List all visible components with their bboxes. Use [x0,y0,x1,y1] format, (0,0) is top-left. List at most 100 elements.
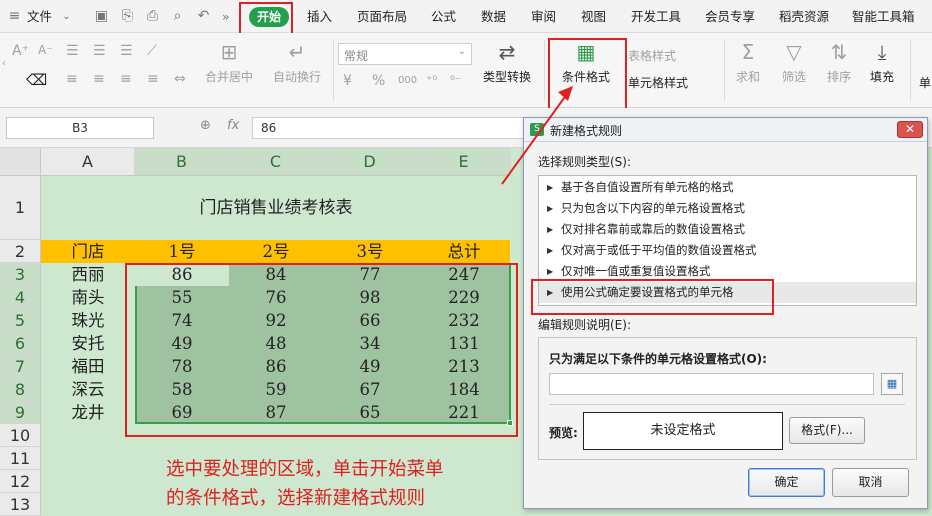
ribbon-scroll-left-icon[interactable]: ‹ [2,58,6,69]
tab-page-layout[interactable]: 页面布局 [357,0,407,33]
zoom-icon[interactable]: ⊕ [200,118,211,133]
justify-icon[interactable]: ≡ [147,71,159,87]
column-header[interactable]: A [41,148,135,176]
save-icon[interactable]: ▣ [93,8,110,25]
condition-label: 只为满足以下条件的单元格设置格式(O): [549,352,767,366]
cell-menu-button[interactable]: 单 [919,74,931,91]
list-item[interactable]: ▶ 只为包含以下内容的单元格设置格式 [539,198,916,219]
merge-center-button[interactable]: ⊞ 合并居中 [200,39,258,85]
chevron-down-icon[interactable]: ⌄ [58,8,75,25]
tab-docer[interactable]: 稻壳资源 [779,0,829,33]
thousands-button[interactable]: 000 [398,75,417,86]
sum-button[interactable]: Σ 求和 [730,39,766,85]
align-left-icon[interactable]: ≡ [66,71,78,87]
tab-formulas[interactable]: 公式 [431,0,456,33]
row-header[interactable]: 12 [0,470,41,493]
sort-button[interactable]: ⇅ 排序 [821,39,857,85]
cell-style-button[interactable]: 单元格样式 [628,74,688,91]
eraser-icon[interactable]: ⌫ [26,71,47,89]
row-header[interactable]: 6 [0,332,41,355]
row-header[interactable]: 11 [0,447,41,470]
tab-data[interactable]: 数据 [481,0,506,33]
tab-view[interactable]: 视图 [581,0,606,33]
row-header[interactable]: 10 [0,424,41,447]
percent-button[interactable]: % [372,73,385,89]
format-button[interactable]: 格式(F)... [789,417,865,444]
tab-insert[interactable]: 插入 [307,0,332,33]
rule-label: 仅对唯一值或重复值设置格式 [561,264,711,278]
align-top-icon[interactable]: ☰ [66,43,79,59]
format-preview: 未设定格式 [583,412,783,450]
row-header[interactable]: 5 [0,309,41,332]
increase-decimal-icon[interactable]: ⁺⁰ [426,73,437,87]
list-item[interactable]: ▶ 仅对高于或低于平均值的数值设置格式 [539,240,916,261]
table-cell[interactable]: 珠光 [41,309,135,332]
sort-label: 排序 [826,70,851,84]
type-convert-button[interactable]: ⇄ 类型转换 [476,39,538,85]
rule-label: 仅对高于或低于平均值的数值设置格式 [561,243,757,257]
print-icon[interactable]: ⎙ [144,8,161,25]
distribute-icon[interactable]: ⇔ [174,71,186,87]
align-bottom-icon[interactable]: ☰ [120,43,133,59]
row-header[interactable]: 7 [0,355,41,378]
row-header[interactable]: 13 [0,493,41,516]
align-middle-icon[interactable]: ☰ [93,43,106,59]
header-cell[interactable]: 门店 [41,240,135,263]
tab-smart-tools[interactable]: 智能工具箱 [852,0,915,33]
currency-button[interactable]: ¥ [343,73,352,89]
row-header[interactable]: 8 [0,378,41,401]
column-header[interactable]: D [323,148,417,176]
row-header[interactable]: 4 [0,286,41,309]
header-cell[interactable]: 总计 [417,240,511,263]
fx-icon[interactable]: fx [227,118,239,133]
undo-icon[interactable]: ↶ [195,8,212,25]
font-increase-button[interactable]: A⁺ [12,43,29,59]
range-picker-icon[interactable]: ▦ [881,373,903,395]
dialog-titlebar[interactable]: S 新建格式规则 ✕ [524,118,927,142]
close-button[interactable]: ✕ [897,121,923,138]
ok-button[interactable]: 确定 [748,468,825,497]
cancel-button[interactable]: 取消 [832,468,909,497]
list-item[interactable]: ▶ 仅对排名靠前或靠后的数值设置格式 [539,219,916,240]
name-box[interactable]: B3 [6,117,154,139]
table-cell[interactable]: 福田 [41,355,135,378]
header-cell[interactable]: 1号 [135,240,229,263]
header-cell[interactable]: 3号 [323,240,417,263]
align-center-icon[interactable]: ≡ [93,71,105,87]
column-header[interactable]: C [229,148,323,176]
header-cell[interactable]: 2号 [229,240,323,263]
table-cell[interactable]: 南头 [41,286,135,309]
export-icon[interactable]: ⎘ [119,8,136,25]
formula-condition-input[interactable] [549,373,874,395]
table-style-button[interactable]: 表格样式 [628,47,676,64]
decrease-decimal-icon[interactable]: ⁰⁻ [450,73,461,87]
fill-button[interactable]: ⤓ 填充 [864,39,900,85]
sheet-title[interactable]: 门店销售业绩考核表 [41,176,511,240]
tab-developer[interactable]: 开发工具 [631,0,681,33]
table-cell[interactable]: 安托 [41,332,135,355]
row-header[interactable]: 9 [0,401,41,424]
font-decrease-button[interactable]: A⁻ [38,43,53,57]
row-header[interactable]: 2 [0,240,41,263]
orientation-icon[interactable]: ⟋ [147,43,157,59]
formula-input[interactable]: 86 [252,117,527,139]
print-preview-icon[interactable]: ⌕ [169,8,186,25]
number-format-select[interactable]: 常规 ⌄ [338,43,472,65]
column-header[interactable]: E [417,148,511,176]
table-cell[interactable]: 龙井 [41,401,135,424]
row-header[interactable]: 1 [0,176,41,240]
column-header[interactable]: B [135,148,229,176]
file-menu[interactable]: 文件 [27,0,52,33]
list-item[interactable]: ▶ 基于各自值设置所有单元格的格式 [539,177,916,198]
align-right-icon[interactable]: ≡ [120,71,132,87]
table-cell[interactable]: 深云 [41,378,135,401]
hamburger-icon[interactable]: ≡ [6,8,23,25]
row-header[interactable]: 3 [0,263,41,286]
filter-button[interactable]: ▽ 筛选 [776,39,812,85]
tab-review[interactable]: 审阅 [531,0,556,33]
table-cell[interactable]: 西丽 [41,263,135,286]
tab-member[interactable]: 会员专享 [705,0,755,33]
select-all-corner[interactable] [0,148,41,176]
more-icon[interactable]: » [222,0,230,33]
wrap-text-button[interactable]: ↵ 自动换行 [268,39,326,85]
